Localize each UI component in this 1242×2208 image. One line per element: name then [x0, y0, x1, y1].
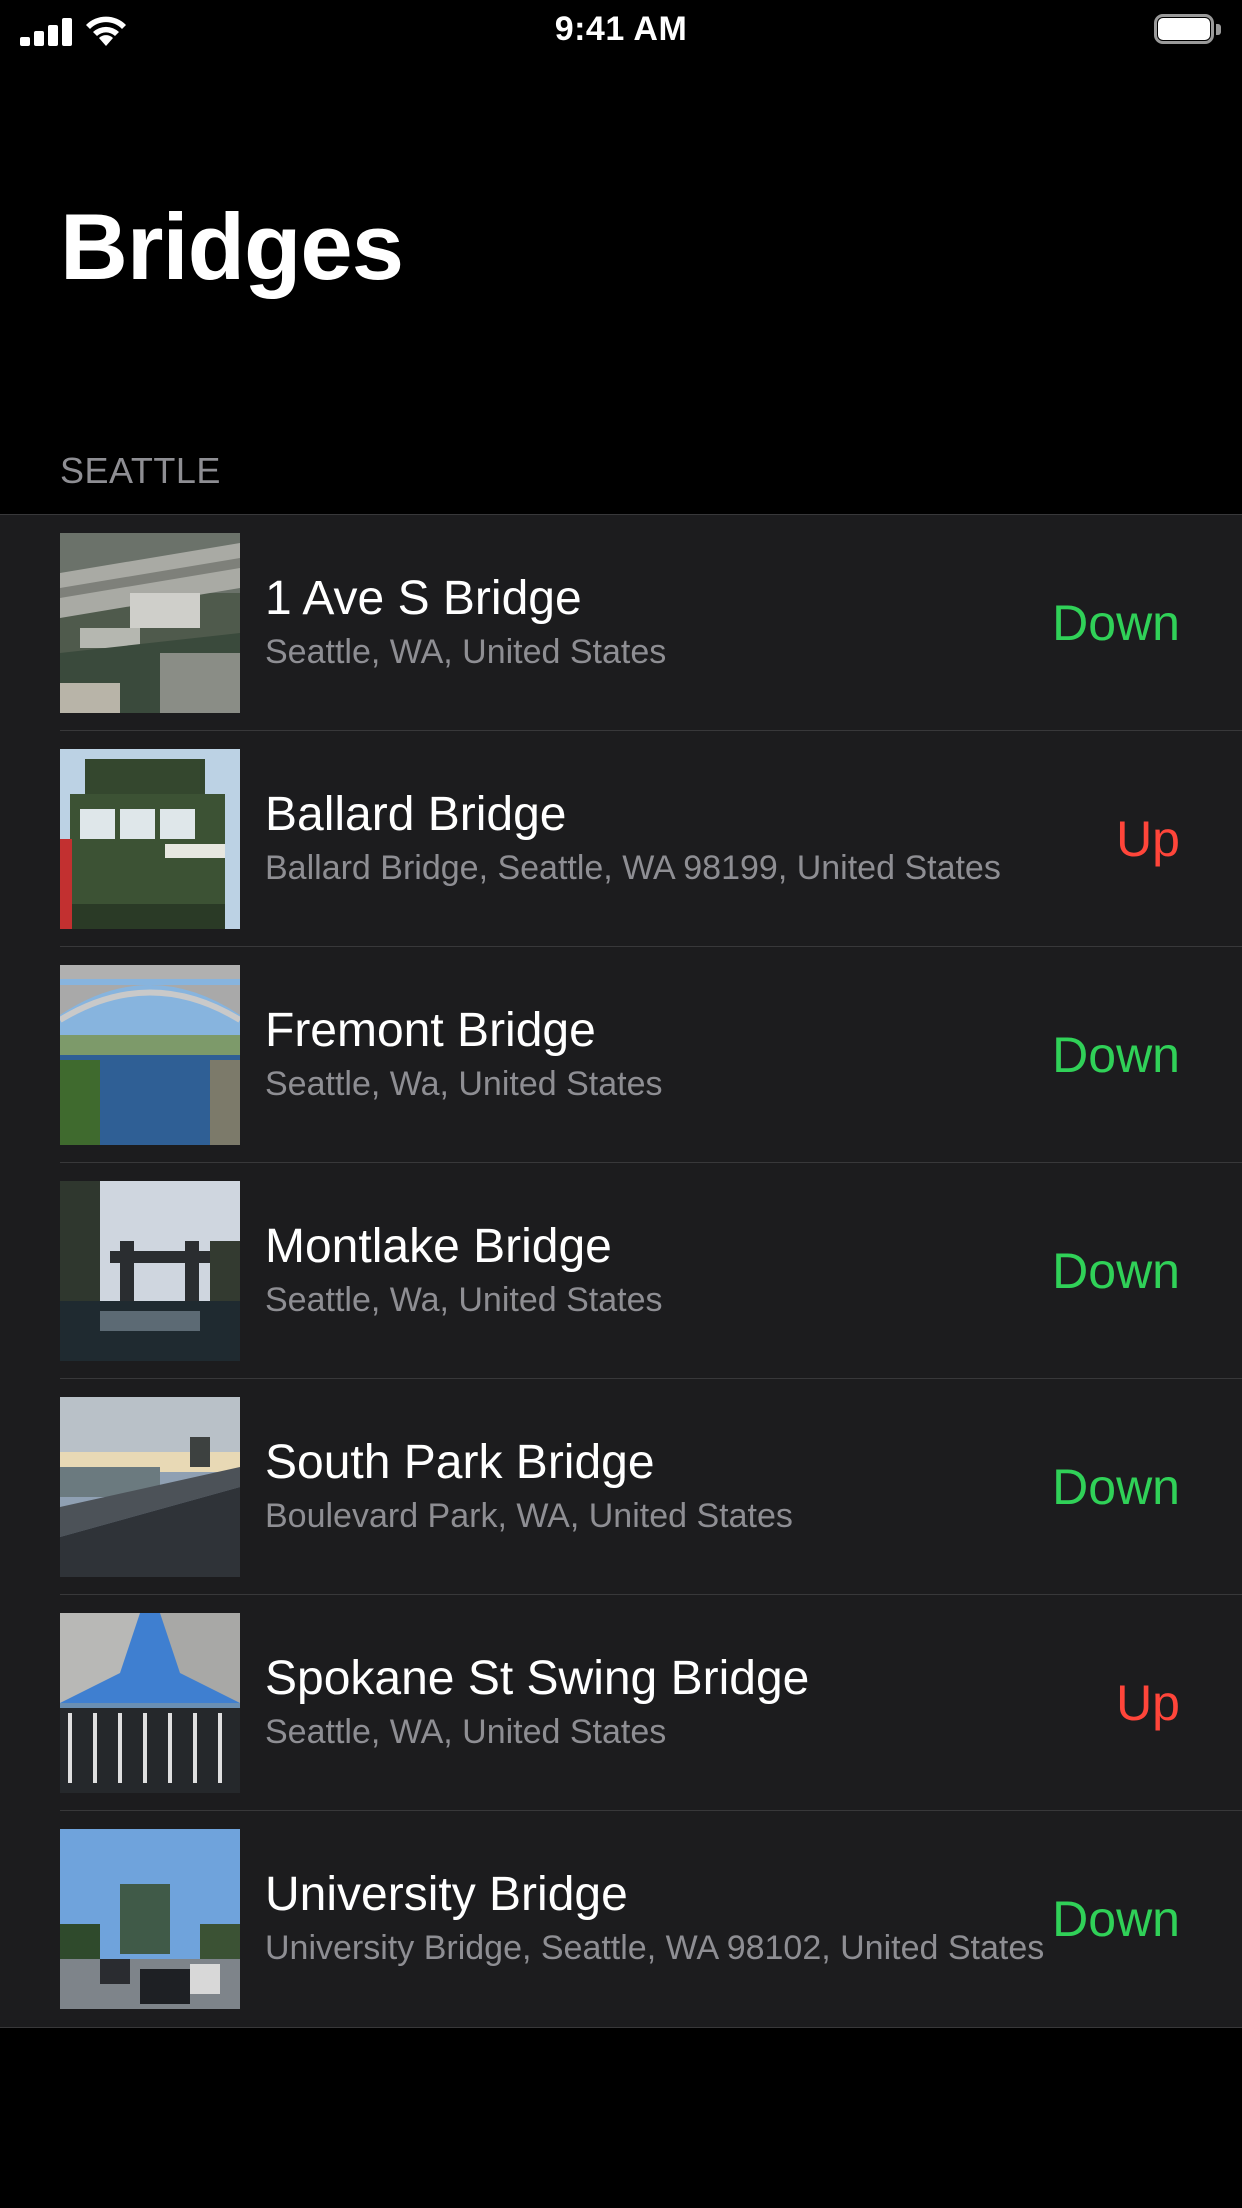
bridge-photo: [60, 749, 240, 929]
table-row[interactable]: South Park Bridge Boulevard Park, WA, Un…: [0, 1378, 1242, 1595]
bridge-status: Up: [1116, 1675, 1180, 1731]
bridge-list: 1 Ave S Bridge Seattle, WA, United State…: [0, 514, 1242, 2028]
table-row[interactable]: Fremont Bridge Seattle, Wa, United State…: [0, 946, 1242, 1163]
bridge-status: Down: [1052, 1459, 1180, 1515]
bridge-status: Up: [1116, 811, 1180, 867]
status-bar: 9:41 AM: [0, 0, 1242, 60]
table-row[interactable]: 1 Ave S Bridge Seattle, WA, United State…: [0, 515, 1242, 731]
bridge-location: Ballard Bridge, Seattle, WA 98199, Unite…: [265, 849, 1001, 887]
table-row[interactable]: Spokane St Swing Bridge Seattle, WA, Uni…: [0, 1594, 1242, 1811]
bridge-name: University Bridge: [265, 1868, 628, 1921]
battery-icon: [1154, 14, 1224, 48]
bridge-location: University Bridge, Seattle, WA 98102, Un…: [265, 1929, 1045, 1967]
bridge-location: Seattle, Wa, United States: [265, 1065, 663, 1103]
bridge-name: South Park Bridge: [265, 1436, 655, 1489]
section-header: SEATTLE: [60, 450, 221, 491]
bridge-photo: [60, 1397, 240, 1577]
bridge-photo: [60, 965, 240, 1145]
bridge-name: Ballard Bridge: [265, 788, 567, 841]
bridge-status: Down: [1052, 1027, 1180, 1083]
bridge-photo: [60, 533, 240, 713]
bridge-status: Down: [1052, 1243, 1180, 1299]
page-title: Bridges: [60, 194, 404, 299]
bridge-photo: [60, 1829, 240, 2009]
bridge-name: Montlake Bridge: [265, 1220, 612, 1273]
table-row[interactable]: Montlake Bridge Seattle, Wa, United Stat…: [0, 1162, 1242, 1379]
table-row[interactable]: Ballard Bridge Ballard Bridge, Seattle, …: [0, 730, 1242, 947]
bridge-photo: [60, 1181, 240, 1361]
bridge-location: Seattle, WA, United States: [265, 633, 667, 671]
bridge-name: Fremont Bridge: [265, 1004, 596, 1057]
bridge-name: Spokane St Swing Bridge: [265, 1652, 810, 1705]
bridge-location: Seattle, WA, United States: [265, 1713, 667, 1751]
bridge-photo: [60, 1613, 240, 1793]
bridge-name: 1 Ave S Bridge: [265, 572, 582, 625]
table-row[interactable]: University Bridge University Bridge, Sea…: [0, 1810, 1242, 2027]
bridge-status: Down: [1052, 595, 1180, 651]
bridge-status: Down: [1052, 1891, 1180, 1947]
bridge-location: Seattle, Wa, United States: [265, 1281, 663, 1319]
bridge-location: Boulevard Park, WA, United States: [265, 1497, 793, 1535]
status-time: 9:41 AM: [554, 10, 688, 48]
